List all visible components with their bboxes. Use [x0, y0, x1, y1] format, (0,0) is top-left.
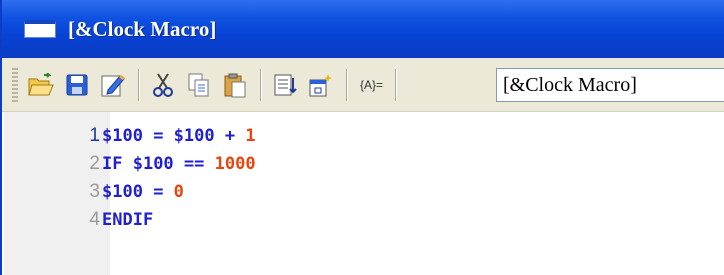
properties-icon — [309, 73, 332, 96]
code-text: IF $100 == 1000 — [102, 152, 256, 176]
title-bar[interactable]: [&Clock Macro] — [2, 0, 724, 58]
variable-token: $100 — [102, 126, 143, 146]
keyword-token: IF — [102, 154, 133, 174]
number-token: 1000 — [214, 154, 256, 174]
code-line[interactable]: 2 IF $100 == 1000 — [4, 152, 704, 176]
operator-token: + — [214, 126, 246, 146]
number-token: 0 — [173, 182, 184, 202]
insert-command-button[interactable] — [270, 68, 300, 102]
code-editor[interactable]: 1 $100 = $100 + 1 2 IF $100 == 1000 3 $100 = … — [4, 112, 724, 275]
code-text: ENDIF — [102, 208, 153, 232]
toolbar-separator — [346, 68, 348, 101]
toolbar: {A}= [&Clock Macro] — [2, 58, 724, 112]
operator-token: = — [142, 182, 174, 202]
variable-assign-label: {A}= — [360, 77, 384, 92]
operator-token: = — [142, 126, 174, 146]
copy-button[interactable] — [184, 68, 214, 102]
code-text: $100 = 0 — [102, 180, 184, 204]
toolbar-separator — [260, 68, 262, 101]
window-title: [&Clock Macro] — [68, 16, 217, 41]
variable-token: $100 — [102, 182, 143, 202]
toolbar-grip[interactable] — [12, 67, 18, 102]
variable-token: $100 — [132, 154, 174, 174]
macro-name-field[interactable]: [&Clock Macro] — [496, 68, 724, 102]
open-button[interactable] — [26, 68, 56, 102]
toolbar-separator — [138, 68, 140, 101]
line-number: 1 — [89, 125, 100, 146]
code-line[interactable]: 1 $100 = $100 + 1 — [4, 124, 704, 148]
save-button[interactable] — [62, 68, 92, 102]
paste-button[interactable] — [220, 68, 250, 102]
variable-token: $100 — [173, 126, 215, 146]
edit-icon — [101, 74, 125, 96]
properties-button[interactable] — [306, 68, 336, 102]
copy-icon — [188, 73, 209, 96]
code-text: $100 = $100 + 1 — [102, 124, 256, 148]
toolbar-separator — [395, 68, 398, 101]
keyword-token: ENDIF — [102, 210, 154, 230]
line-number: 3 — [89, 181, 100, 202]
cut-button[interactable] — [148, 68, 178, 102]
code-line[interactable]: 3 $100 = 0 — [4, 180, 704, 204]
edit-button[interactable] — [98, 68, 128, 102]
save-icon — [66, 74, 88, 95]
line-number: 2 — [89, 153, 100, 174]
line-number: 4 — [89, 209, 100, 230]
window-icon — [24, 20, 56, 38]
macro-window: [&Clock Macro] {A}= [&Clock Macro] 1 $10… — [0, 0, 724, 275]
operator-token: == — [173, 154, 215, 174]
code-line[interactable]: 4 ENDIF — [4, 208, 704, 232]
open-icon — [28, 72, 54, 95]
insert-command-icon — [274, 74, 297, 95]
paste-icon — [224, 73, 246, 97]
cut-icon — [153, 72, 173, 97]
number-token: 1 — [245, 126, 256, 146]
